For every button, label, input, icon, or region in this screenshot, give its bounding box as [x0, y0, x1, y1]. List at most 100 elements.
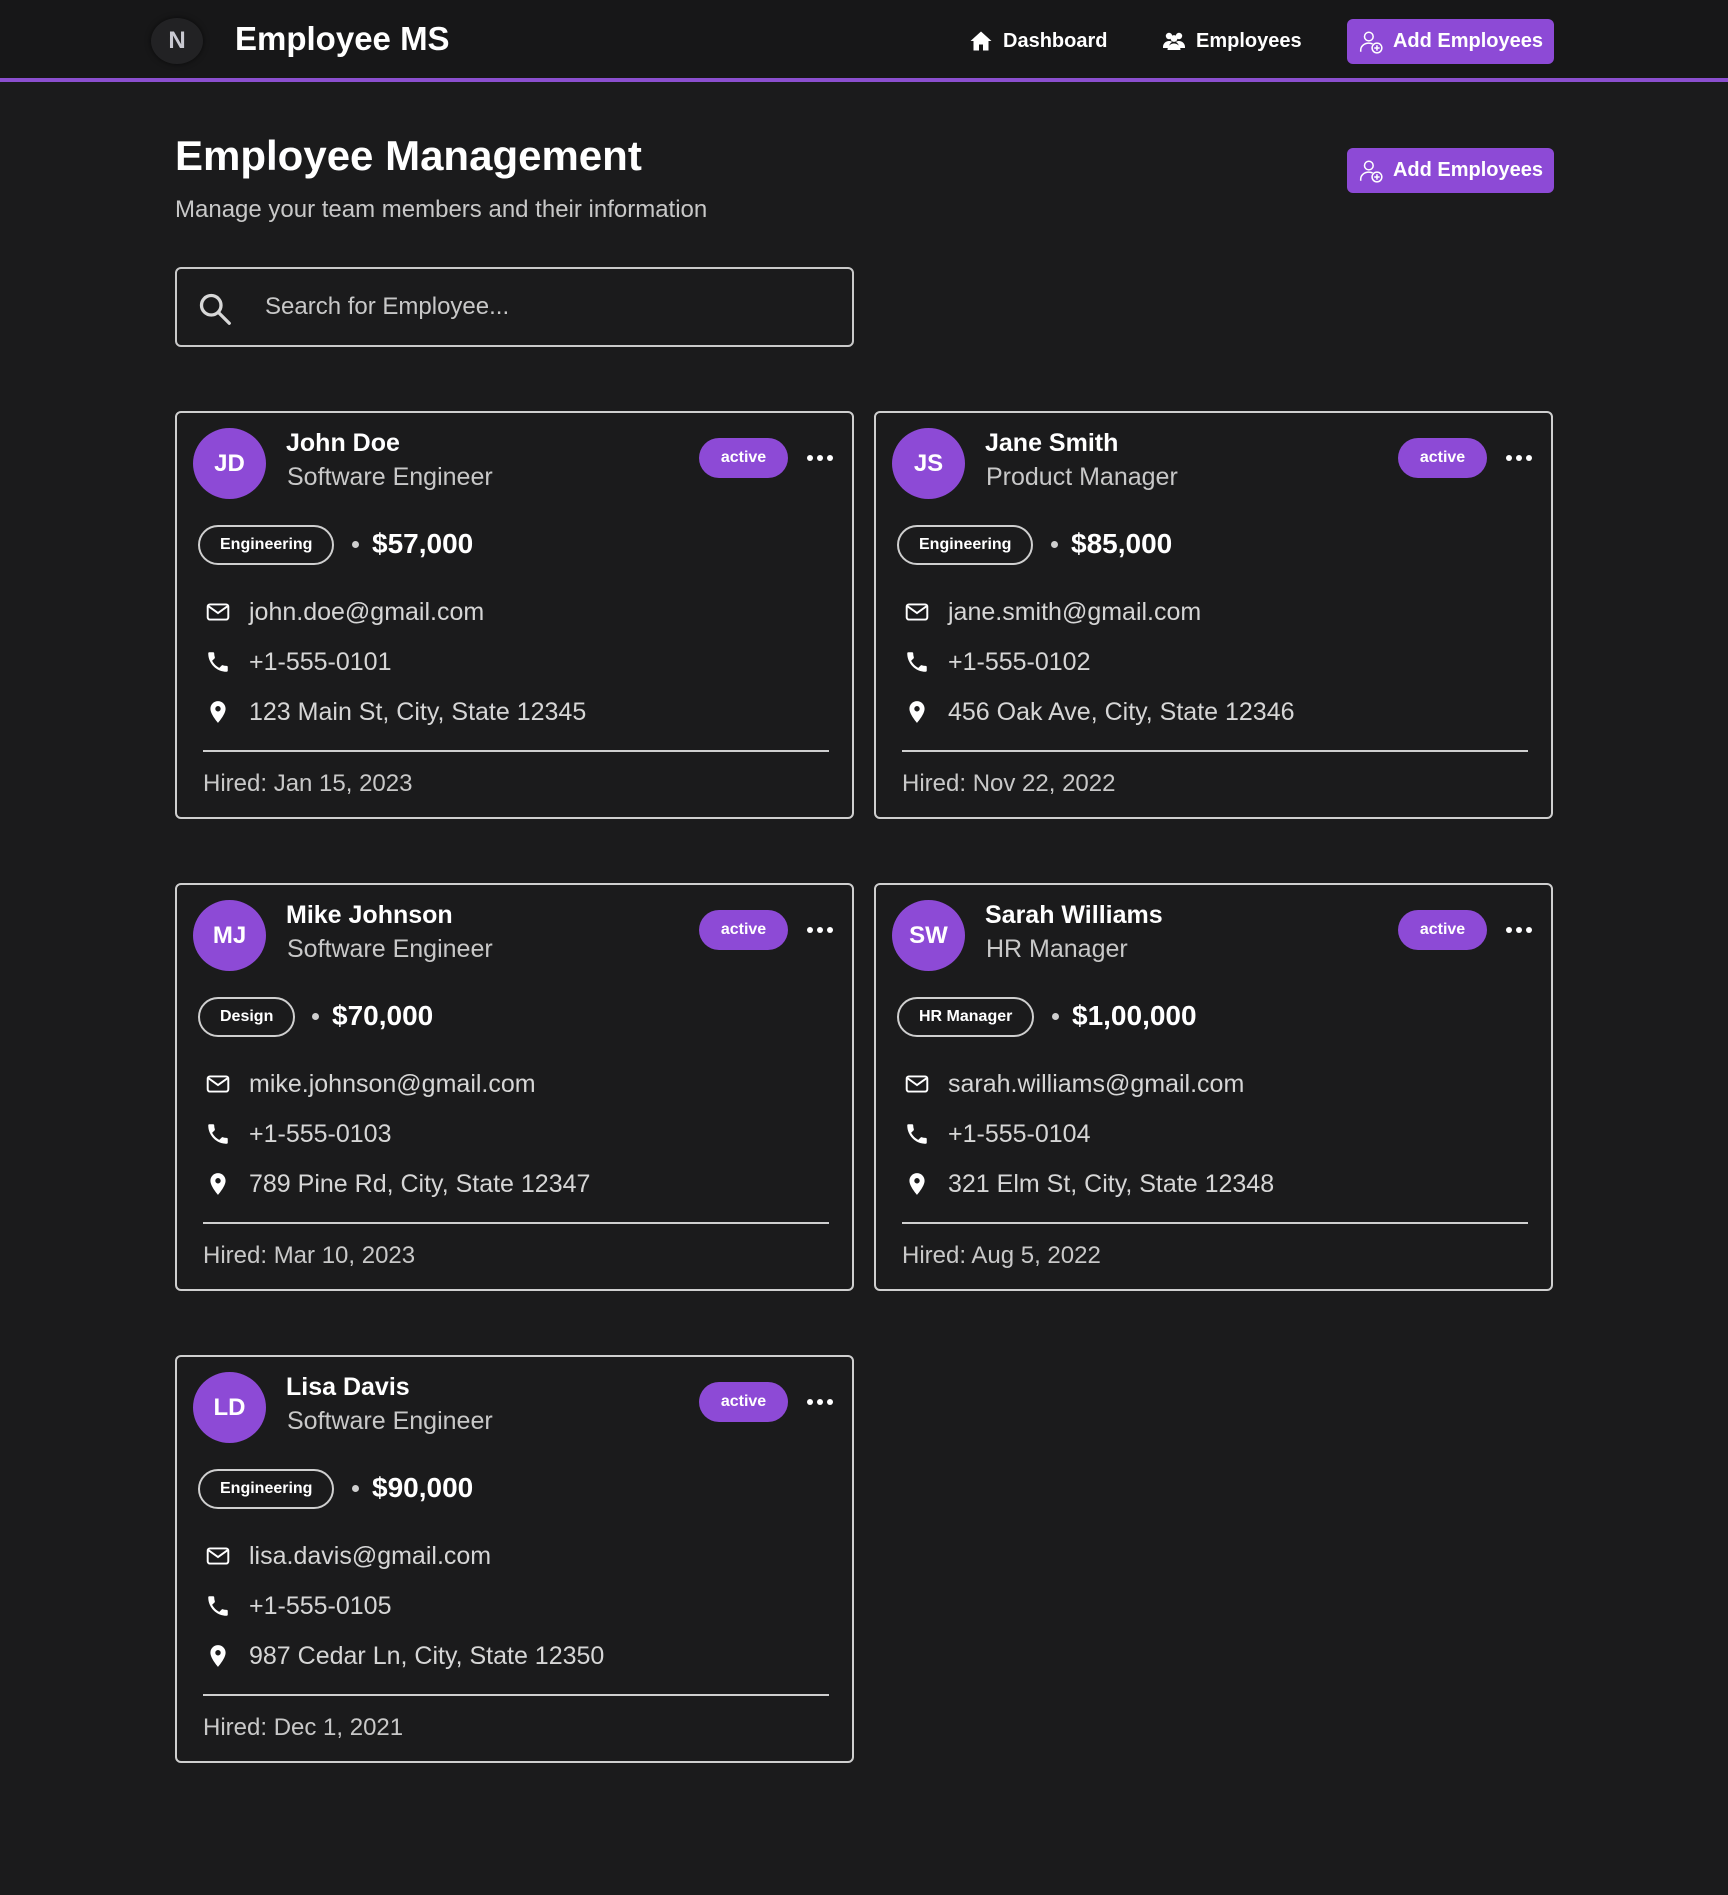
- employee-phone[interactable]: +1-555-0102: [948, 648, 1090, 677]
- add-user-icon: [1359, 30, 1383, 54]
- phone-icon: [902, 1119, 932, 1149]
- email-row: jane.smith@gmail.com: [902, 596, 1201, 628]
- more-options-icon[interactable]: [807, 1391, 833, 1413]
- employee-phone[interactable]: +1-555-0105: [249, 1592, 391, 1621]
- page-title: Employee Management: [175, 132, 642, 179]
- status-badge: active: [1398, 438, 1487, 478]
- more-options-icon[interactable]: [807, 447, 833, 469]
- employee-email[interactable]: mike.johnson@gmail.com: [249, 1070, 536, 1099]
- mail-icon: [902, 597, 932, 627]
- email-row: lisa.davis@gmail.com: [203, 1540, 491, 1572]
- status-badge: active: [699, 438, 788, 478]
- address-row: 123 Main St, City, State 12345: [203, 696, 586, 728]
- salary: $1,00,000: [1072, 1000, 1197, 1031]
- more-options-icon[interactable]: [1506, 447, 1532, 469]
- avatar: JS: [892, 428, 965, 499]
- department-badge: Engineering: [198, 525, 335, 565]
- nav-employees-link[interactable]: Employees: [1162, 26, 1302, 56]
- hired-date: Hired: Dec 1, 2021: [203, 1714, 404, 1741]
- employee-email[interactable]: john.doe@gmail.com: [249, 598, 484, 627]
- add-employees-button[interactable]: Add Employees: [1347, 148, 1554, 193]
- employee-name: Sarah Williams: [985, 901, 1163, 929]
- employee-email[interactable]: lisa.davis@gmail.com: [249, 1542, 491, 1571]
- employee-phone[interactable]: +1-555-0103: [249, 1120, 391, 1149]
- add-employees-label: Add Employees: [1392, 159, 1544, 181]
- salary: $85,000: [1071, 528, 1173, 559]
- location-pin-icon: [203, 1169, 233, 1199]
- hired-date: Hired: Aug 5, 2022: [902, 1242, 1101, 1269]
- employee-card-5: LD Lisa Davis Software Engineer active E…: [175, 1355, 854, 1763]
- phone-icon: [203, 1119, 233, 1149]
- phone-row: +1-555-0105: [203, 1590, 391, 1622]
- nav-dashboard-link[interactable]: Dashboard: [969, 26, 1107, 56]
- department-badge: HR Manager: [897, 997, 1035, 1037]
- brand-logo[interactable]: N: [151, 18, 203, 64]
- location-pin-icon: [902, 1169, 932, 1199]
- employee-address: 456 Oak Ave, City, State 12346: [948, 697, 1295, 726]
- salary: $57,000: [372, 528, 474, 559]
- employee-card-3: MJ Mike Johnson Software Engineer active…: [175, 883, 854, 1291]
- more-options-icon[interactable]: [1506, 919, 1532, 941]
- more-options-icon[interactable]: [807, 919, 833, 941]
- mail-icon: [203, 597, 233, 627]
- department-badge: Design: [198, 997, 296, 1037]
- employee-phone[interactable]: +1-555-0101: [249, 648, 391, 677]
- hired-date: Hired: Nov 22, 2022: [902, 770, 1116, 797]
- divider: [902, 750, 1528, 752]
- location-pin-icon: [203, 697, 233, 727]
- address-row: 987 Cedar Ln, City, State 12350: [203, 1640, 604, 1672]
- employee-card-2: JS Jane Smith Product Manager active Eng…: [874, 411, 1553, 819]
- employee-name: Mike Johnson: [286, 901, 453, 929]
- phone-row: +1-555-0104: [902, 1118, 1090, 1150]
- hired-date: Hired: Mar 10, 2023: [203, 1242, 416, 1269]
- salary: $70,000: [332, 1000, 434, 1031]
- add-user-icon: [1359, 159, 1383, 183]
- avatar: LD: [193, 1372, 266, 1443]
- employee-name: Lisa Davis: [286, 1373, 410, 1401]
- employee-name: Jane Smith: [985, 429, 1119, 457]
- phone-icon: [203, 1591, 233, 1621]
- location-pin-icon: [902, 697, 932, 727]
- hired-date: Hired: Jan 15, 2023: [203, 770, 413, 797]
- department-badge: Engineering: [897, 525, 1034, 565]
- divider: [902, 1222, 1528, 1224]
- brand-name[interactable]: Employee MS: [235, 20, 450, 58]
- location-pin-icon: [203, 1641, 233, 1671]
- status-badge: active: [1398, 910, 1487, 950]
- employee-address: 789 Pine Rd, City, State 12347: [249, 1169, 591, 1198]
- nav-dashboard-label: Dashboard: [1003, 29, 1108, 52]
- salary: $90,000: [372, 1472, 474, 1503]
- nav-add-employees-button[interactable]: Add Employees: [1347, 19, 1554, 64]
- divider: [203, 750, 829, 752]
- employee-role: Software Engineer: [287, 1407, 493, 1435]
- address-row: 456 Oak Ave, City, State 12346: [902, 696, 1295, 728]
- mail-icon: [203, 1069, 233, 1099]
- employee-phone[interactable]: +1-555-0104: [948, 1120, 1090, 1149]
- employee-address: 987 Cedar Ln, City, State 12350: [249, 1641, 605, 1670]
- page-subtitle: Manage your team members and their infor…: [175, 196, 708, 223]
- phone-icon: [203, 647, 233, 677]
- home-icon: [970, 31, 992, 51]
- avatar: JD: [193, 428, 266, 499]
- search-icon: [199, 293, 231, 325]
- divider: [203, 1222, 829, 1224]
- separator-dot: [352, 541, 359, 548]
- search-input[interactable]: [265, 283, 835, 331]
- employee-card-1: JD John Doe Software Engineer active Eng…: [175, 411, 854, 819]
- department-badge: Engineering: [198, 1469, 335, 1509]
- users-icon: [1163, 32, 1185, 50]
- employee-address: 321 Elm St, City, State 12348: [948, 1169, 1275, 1198]
- employee-role: Software Engineer: [287, 463, 493, 491]
- mail-icon: [902, 1069, 932, 1099]
- employee-email[interactable]: sarah.williams@gmail.com: [948, 1070, 1244, 1099]
- status-badge: active: [699, 910, 788, 950]
- employee-address: 123 Main St, City, State 12345: [249, 697, 587, 726]
- employee-email[interactable]: jane.smith@gmail.com: [948, 598, 1201, 627]
- phone-row: +1-555-0103: [203, 1118, 391, 1150]
- separator-dot: [352, 1485, 359, 1492]
- employee-role: HR Manager: [986, 935, 1128, 963]
- phone-icon: [902, 647, 932, 677]
- status-badge: active: [699, 1382, 788, 1422]
- separator-dot: [1052, 1013, 1059, 1020]
- search-box: [175, 267, 854, 347]
